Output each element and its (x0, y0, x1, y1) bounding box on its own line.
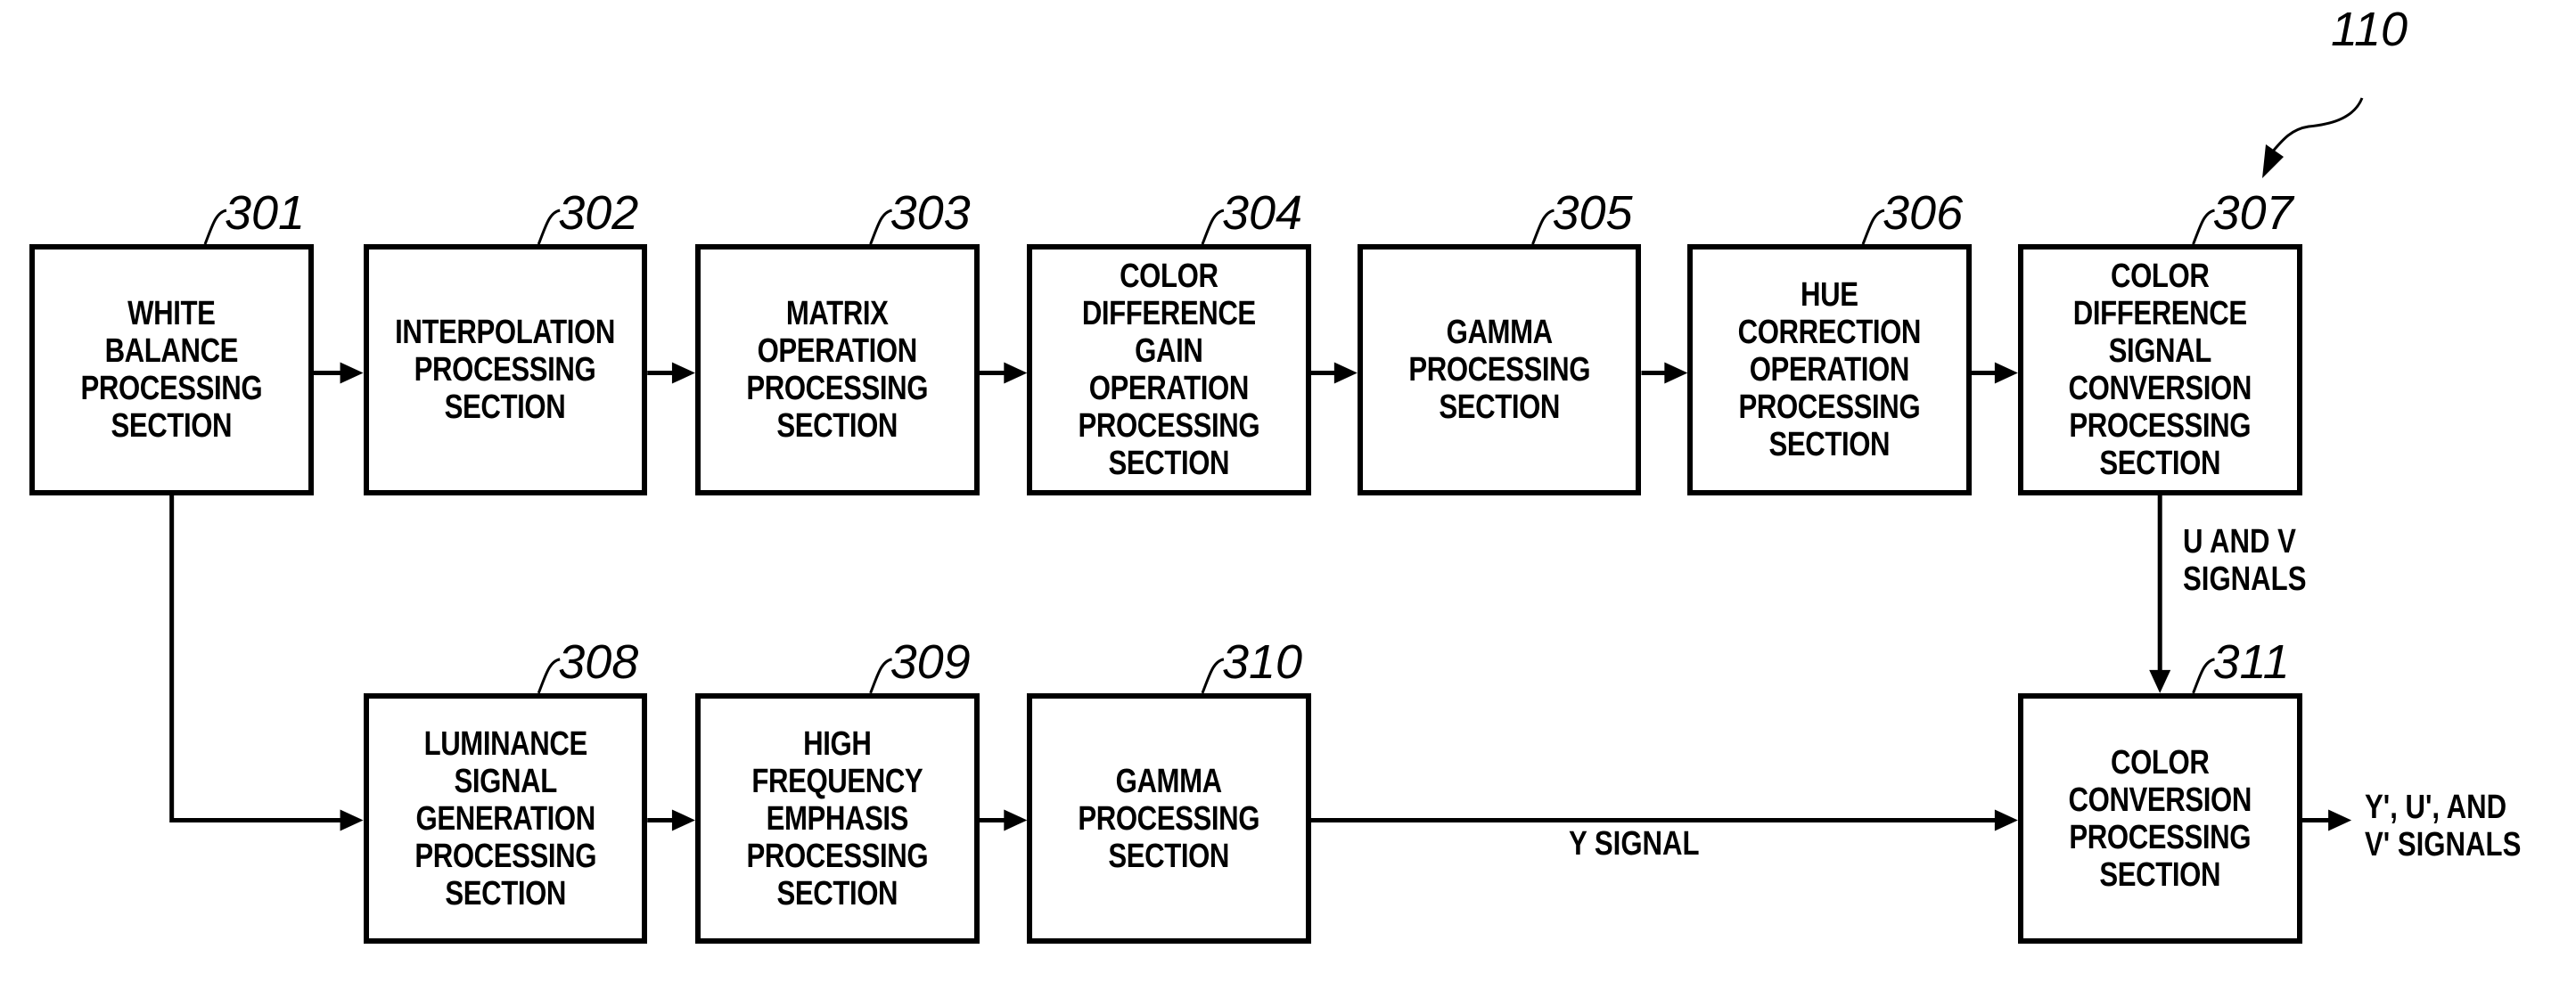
block-label: HUE CORRECTION OPERATION PROCESSING SECT… (1737, 275, 1922, 463)
block-label: INTERPOLATION PROCESSING SECTION (395, 313, 616, 426)
block-label: HIGH FREQUENCY EMPHASIS PROCESSING SECTI… (746, 724, 929, 912)
leader-line-302 (537, 209, 561, 245)
ref-numeral-302: 302 (558, 186, 639, 241)
block-label: COLOR CONVERSION PROCESSING SECTION (2068, 743, 2252, 894)
arrowhead-302 (340, 362, 364, 384)
arrowhead-output (2328, 809, 2352, 831)
uv-signals-label: U AND V SIGNALS (2183, 523, 2307, 599)
figure-ref-label: 110 (2331, 3, 2408, 56)
ref-numeral-305: 305 (1552, 186, 1633, 241)
leader-line-310 (1201, 658, 1225, 694)
block-label: GAMMA PROCESSING SECTION (1408, 313, 1590, 426)
block-302: INTERPOLATION PROCESSING SECTION (363, 244, 648, 495)
block-diagram: 110 WHITE BALANCE PROCESSING SECTION 301 I… (0, 0, 2576, 990)
arrowhead-304 (1004, 362, 1028, 384)
block-label: WHITE BALANCE PROCESSING SECTION (80, 294, 263, 445)
block-301: WHITE BALANCE PROCESSING SECTION (29, 244, 314, 495)
ref-numeral-308: 308 (558, 634, 639, 689)
arrowhead-311-left (1994, 809, 2018, 831)
y-signal-label: Y SIGNAL (1568, 825, 1700, 863)
figure-ref-arrow (2269, 97, 2364, 154)
arrowhead-308 (340, 809, 364, 831)
block-303: MATRIX OPERATION PROCESSING SECTION (694, 244, 980, 495)
leader-line-309 (869, 658, 893, 694)
block-305: GAMMA PROCESSING SECTION (1357, 244, 1642, 495)
leader-line-303 (869, 209, 893, 245)
arrowhead-310 (1004, 809, 1028, 831)
leader-line-308 (537, 658, 561, 694)
arrowhead-311-top (2149, 669, 2171, 693)
block-label: LUMINANCE SIGNAL GENERATION PROCESSING S… (414, 724, 596, 912)
leader-line-311 (2192, 658, 2215, 694)
block-label: COLOR DIFFERENCE SIGNAL CONVERSION PROCE… (2068, 257, 2252, 482)
arrowhead-309 (671, 809, 695, 831)
figure-ref-arrowhead (2262, 144, 2284, 178)
arrowhead-303 (671, 362, 695, 384)
arrowhead-306 (1664, 362, 1688, 384)
block-label: MATRIX OPERATION PROCESSING SECTION (746, 294, 929, 445)
ref-numeral-301: 301 (224, 186, 306, 241)
output-signals-label: Y', U', AND V' SIGNALS (2364, 789, 2522, 864)
block-306: HUE CORRECTION OPERATION PROCESSING SECT… (1687, 244, 1972, 495)
block-311: COLOR CONVERSION PROCESSING SECTION (2017, 692, 2302, 945)
leader-line-301 (203, 209, 227, 245)
leader-line-305 (1531, 209, 1555, 245)
ref-numeral-303: 303 (890, 186, 971, 241)
arrow-301-to-308 (169, 495, 346, 822)
block-310: GAMMA PROCESSING SECTION (1027, 692, 1311, 945)
block-308: LUMINANCE SIGNAL GENERATION PROCESSING S… (363, 692, 648, 945)
leader-line-304 (1201, 209, 1225, 245)
block-label: COLOR DIFFERENCE GAIN OPERATION PROCESSI… (1078, 257, 1260, 482)
arrowhead-307 (1994, 362, 2018, 384)
ref-numeral-306: 306 (1883, 186, 1964, 241)
leader-line-307 (2192, 209, 2215, 245)
block-307: COLOR DIFFERENCE SIGNAL CONVERSION PROCE… (2017, 244, 2302, 495)
block-309: HIGH FREQUENCY EMPHASIS PROCESSING SECTI… (694, 692, 980, 945)
arrowhead-305 (1333, 362, 1358, 384)
block-304: COLOR DIFFERENCE GAIN OPERATION PROCESSI… (1027, 244, 1311, 495)
ref-numeral-309: 309 (890, 634, 971, 689)
ref-numeral-310: 310 (1221, 634, 1303, 689)
ref-numeral-311: 311 (2212, 634, 2290, 689)
block-label: GAMMA PROCESSING SECTION (1078, 762, 1260, 875)
ref-numeral-304: 304 (1221, 186, 1303, 241)
leader-line-306 (1861, 209, 1885, 245)
ref-numeral-307: 307 (2212, 186, 2293, 241)
